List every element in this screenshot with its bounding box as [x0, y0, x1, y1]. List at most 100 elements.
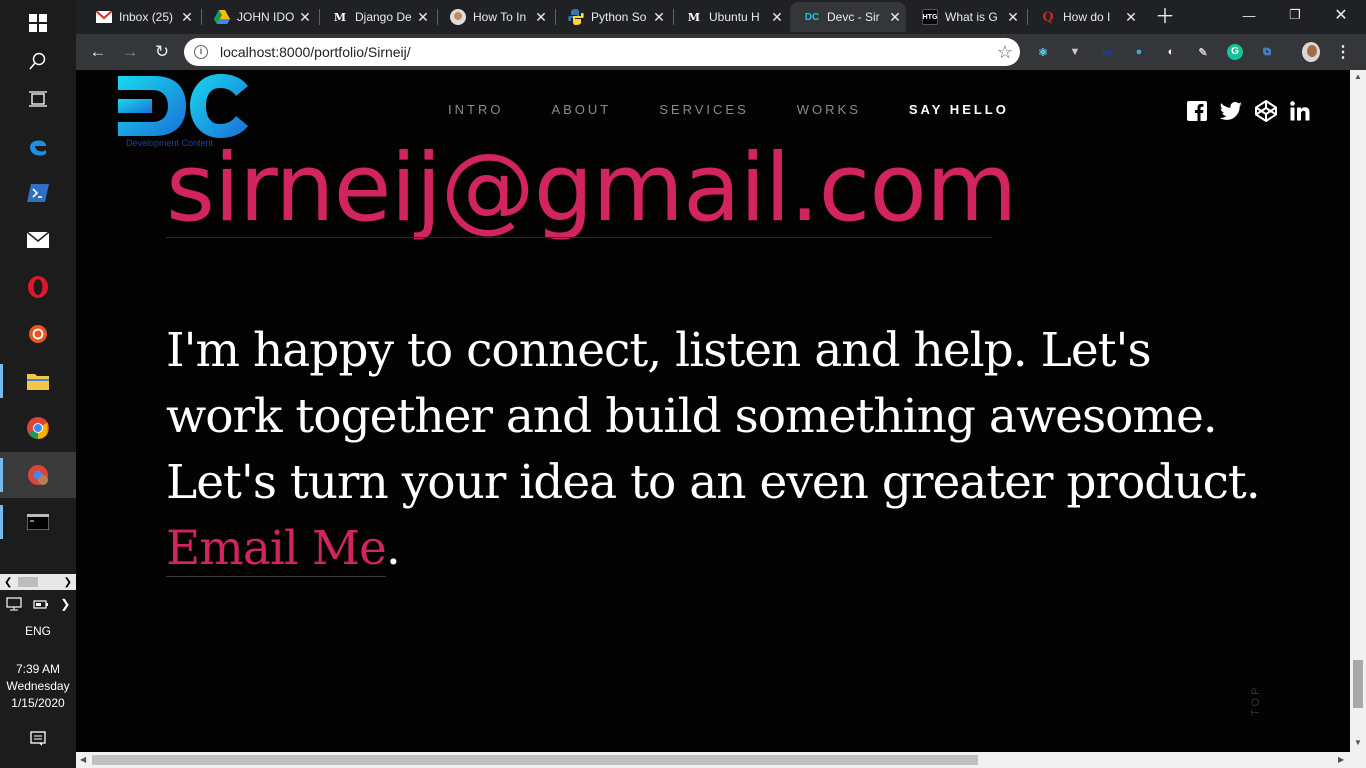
edge-icon — [30, 140, 46, 156]
codepen-icon — [1255, 100, 1277, 122]
clock-time[interactable]: 7:39 AM — [0, 661, 76, 678]
nav-say-hello[interactable]: SAY HELLO — [909, 102, 1009, 117]
windows-taskbar: ❮ ❯ ❯ ENG 7:39 AM Wednesday 1/15/2020 — [0, 0, 76, 768]
url-text[interactable]: localhost:8000/portfolio/Sirneij/ — [220, 44, 990, 60]
tab-python[interactable]: Python So ✕ — [554, 2, 670, 32]
address-bar[interactable]: i localhost:8000/portfolio/Sirneij/ ☆ — [184, 38, 1020, 66]
facebook-link[interactable] — [1186, 100, 1208, 122]
task-view-button[interactable] — [0, 76, 76, 122]
tab-quora[interactable]: Q How do I ✕ — [1026, 2, 1142, 32]
close-tab-icon[interactable]: ✕ — [412, 9, 434, 26]
action-center-button[interactable] — [0, 716, 76, 762]
clock-date[interactable]: 1/15/2020 — [0, 695, 76, 712]
mail-button[interactable] — [0, 217, 76, 263]
avatar-icon — [450, 9, 466, 25]
tab-gmail[interactable]: Inbox (25) ✕ — [82, 2, 198, 32]
restore-icon: ❐ — [1289, 7, 1301, 22]
tab-django[interactable]: M Django De ✕ — [318, 2, 434, 32]
twitter-link[interactable] — [1220, 100, 1242, 122]
scroll-right-icon[interactable]: ▶ — [1338, 755, 1344, 764]
back-button[interactable]: ← — [86, 40, 110, 64]
powershell-button[interactable] — [0, 170, 76, 216]
site-info-icon[interactable]: i — [194, 45, 208, 59]
reload-button[interactable]: ↻ — [150, 40, 174, 64]
nav-works[interactable]: WORKS — [797, 102, 861, 117]
back-to-top-link[interactable]: TOP — [1250, 685, 1262, 716]
close-tab-icon[interactable]: ✕ — [1120, 9, 1142, 26]
scroll-left-icon[interactable]: ◀ — [80, 755, 86, 764]
contact-email-link[interactable]: sirneij@gmail.com — [166, 134, 1017, 243]
close-tab-icon[interactable]: ✕ — [884, 9, 906, 26]
profile-avatar[interactable] — [1302, 42, 1320, 62]
eyedropper-icon[interactable]: ✎ — [1194, 43, 1212, 61]
close-tab-icon[interactable]: ✕ — [176, 9, 198, 26]
page-horizontal-scrollbar[interactable]: ◀ ▶ — [76, 752, 1366, 768]
web-page: Development Content INTRO ABOUT SERVICES… — [76, 70, 1350, 752]
new-tab-button[interactable]: ＋ — [1152, 5, 1178, 29]
scroll-left-icon[interactable]: ❮ — [4, 577, 12, 588]
tab-title: What is G — [945, 10, 998, 24]
nav-intro[interactable]: INTRO — [448, 102, 503, 117]
forward-button[interactable]: → — [118, 40, 142, 64]
close-tab-icon[interactable]: ✕ — [1002, 9, 1024, 26]
vertical-scroll-thumb[interactable] — [1353, 660, 1363, 708]
scroll-thumb[interactable] — [18, 577, 38, 587]
link-extension-icon[interactable]: ⧉ — [1258, 43, 1276, 61]
opera-icon — [28, 276, 48, 298]
minimize-button[interactable]: — — [1226, 0, 1272, 30]
taskbar-scrollbar[interactable]: ❮ ❯ — [0, 574, 76, 590]
clock-day[interactable]: Wednesday — [0, 678, 76, 695]
tab-ubuntu[interactable]: M Ubuntu H ✕ — [672, 2, 788, 32]
page-vertical-scrollbar[interactable]: ▲ ▼ — [1350, 70, 1366, 752]
chat-extension-icon[interactable]: ● — [1130, 43, 1148, 61]
tab-title: Python So — [591, 10, 647, 24]
network-icon[interactable] — [6, 597, 22, 611]
close-tab-icon[interactable]: ✕ — [294, 9, 316, 26]
close-tab-icon[interactable]: ✕ — [766, 9, 788, 26]
grammarly-icon[interactable]: G — [1227, 44, 1243, 60]
task-view-icon — [29, 91, 47, 107]
circle-extension-icon[interactable]: ◐ — [1162, 43, 1180, 61]
edge-button[interactable] — [0, 123, 76, 169]
restore-button[interactable]: ❐ — [1272, 0, 1318, 30]
opera-button[interactable] — [0, 264, 76, 310]
nav-services[interactable]: SERVICES — [659, 102, 749, 117]
email-me-link[interactable]: Email Me — [166, 521, 387, 577]
extension-ad-icon[interactable]: ad — [1098, 43, 1116, 61]
language-indicator[interactable]: ENG — [0, 623, 76, 640]
close-tab-icon[interactable]: ✕ — [648, 9, 670, 26]
tab-drive[interactable]: JOHN IDO ✕ — [200, 2, 316, 32]
tab-how-to[interactable]: How To In ✕ — [436, 2, 552, 32]
scroll-up-icon[interactable]: ▲ — [1354, 72, 1362, 81]
htg-icon: HTG — [922, 9, 938, 25]
terminal-button[interactable] — [0, 499, 76, 545]
message-period: . — [385, 521, 401, 576]
codepen-link[interactable] — [1255, 100, 1277, 122]
chrome-menu-icon[interactable]: ⋮ — [1334, 43, 1352, 61]
tab-title: JOHN IDO — [237, 10, 294, 24]
show-hidden-icons-icon[interactable]: ❯ — [60, 597, 70, 611]
tab-devc[interactable]: DC Devc - Sir ✕ — [790, 2, 906, 32]
close-window-button[interactable]: ✕ — [1318, 0, 1364, 30]
ubuntu-button[interactable] — [0, 311, 76, 357]
vue-devtools-icon[interactable]: ▼ — [1066, 43, 1084, 61]
chrome-profile-button[interactable] — [0, 452, 76, 498]
windows-logo-icon — [29, 14, 47, 32]
reload-icon: ↻ — [154, 42, 170, 61]
tab-htg[interactable]: HTG What is G ✕ — [908, 2, 1024, 32]
horizontal-scroll-thumb[interactable] — [92, 755, 978, 765]
scroll-down-icon[interactable]: ▼ — [1354, 738, 1362, 747]
bookmark-star-icon[interactable]: ☆ — [990, 42, 1020, 63]
scroll-right-icon[interactable]: ❯ — [64, 577, 72, 588]
react-devtools-icon[interactable]: ⚛ — [1034, 43, 1052, 61]
system-tray: ❯ — [0, 594, 76, 614]
chrome-button[interactable] — [0, 405, 76, 451]
terminal-icon — [27, 514, 49, 530]
file-explorer-button[interactable] — [0, 358, 76, 404]
linkedin-link[interactable] — [1289, 100, 1311, 122]
devc-icon: DC — [804, 11, 820, 23]
battery-icon[interactable] — [33, 598, 49, 610]
close-tab-icon[interactable]: ✕ — [530, 9, 552, 26]
nav-about[interactable]: ABOUT — [551, 102, 611, 117]
tab-title: Inbox (25) — [119, 10, 174, 24]
